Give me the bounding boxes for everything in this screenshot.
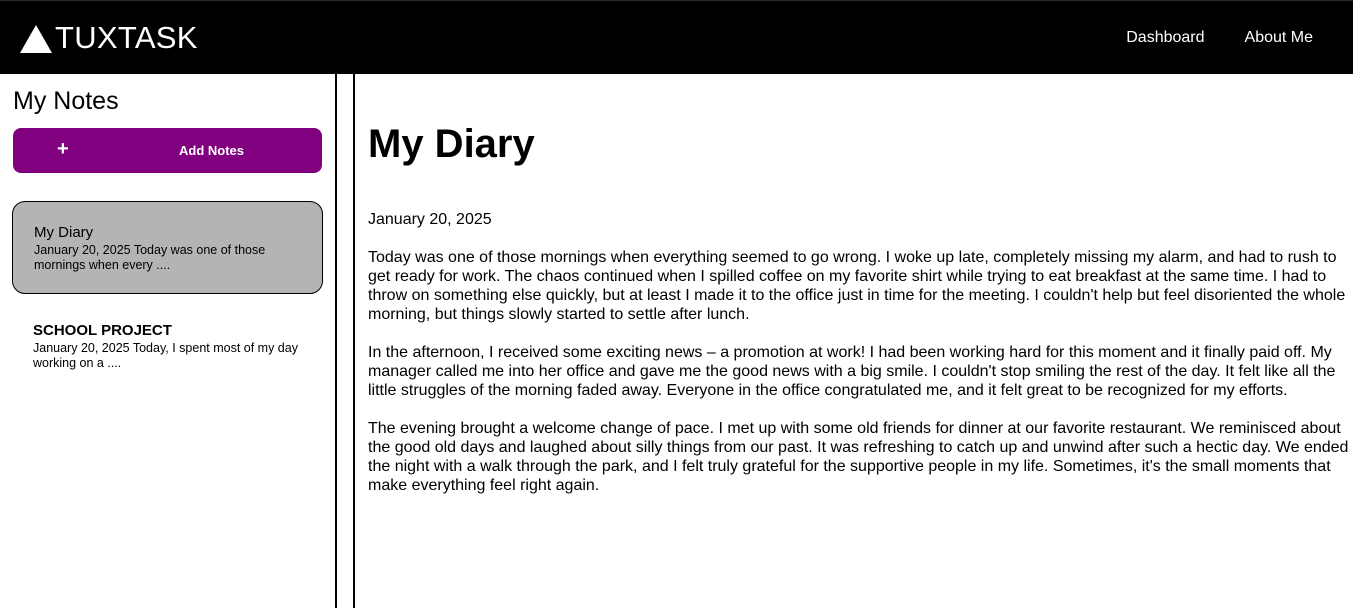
nav-link-about-me[interactable]: About Me: [1245, 29, 1313, 47]
add-notes-button[interactable]: + Add Notes: [13, 128, 322, 173]
nav-link-dashboard[interactable]: Dashboard: [1126, 29, 1204, 47]
note-title: SCHOOL PROJECT: [33, 322, 172, 339]
note-title: My Diary: [34, 224, 94, 241]
note-date: January 20, 2025: [368, 211, 492, 228]
note-item-my-diary[interactable]: My Diary January 20, 2025 Today was one …: [12, 201, 323, 294]
note-snippet: January 20, 2025 Today, I spent most of …: [33, 341, 298, 370]
note-paragraph: The evening brought a welcome change of …: [368, 420, 1349, 494]
note-snippet: January 20, 2025 Today was one of those …: [34, 243, 266, 272]
top-navbar: TUXTASK Dashboard About Me: [0, 0, 1353, 74]
notes-sidebar: My Notes + Add Notes My Diary January 20…: [0, 74, 337, 608]
sidebar-title: My Notes: [13, 87, 119, 115]
note-item-school-project[interactable]: SCHOOL PROJECT January 20, 2025 Today, I…: [12, 300, 323, 393]
note-content: My Diary January 20, 2025 Today was one …: [355, 74, 1353, 608]
main-nav: Dashboard About Me: [1126, 1, 1313, 75]
note-paragraph: Today was one of those mornings when eve…: [368, 249, 1346, 323]
note-heading: My Diary: [368, 122, 535, 166]
brand-name: TUXTASK: [55, 20, 198, 55]
add-notes-label: Add Notes: [179, 143, 244, 158]
brand[interactable]: TUXTASK: [20, 19, 198, 57]
triangle-logo-icon: [20, 25, 52, 53]
note-paragraph: In the afternoon, I received some exciti…: [368, 344, 1336, 399]
note-body[interactable]: Today was one of those mornings when eve…: [368, 248, 1353, 514]
